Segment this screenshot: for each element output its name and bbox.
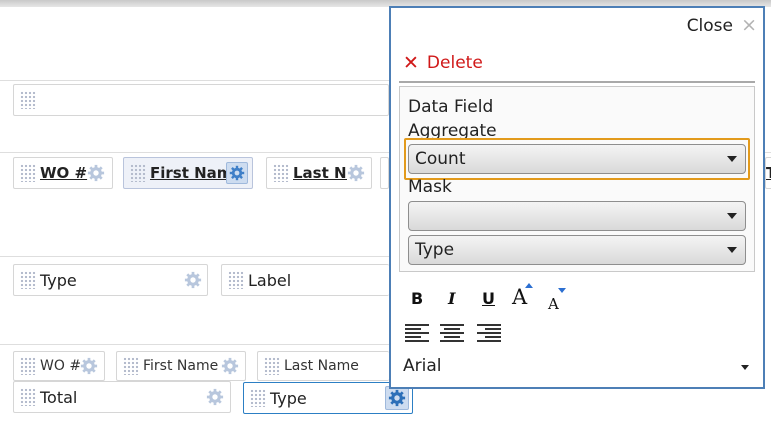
field-label: Label: [248, 270, 292, 290]
gear-icon[interactable]: [221, 357, 239, 375]
field-label: Last Na: [293, 164, 347, 182]
chevron-down-icon: [727, 213, 737, 219]
delete-label: Delete: [426, 53, 483, 73]
drag-handle-icon[interactable]: [20, 271, 36, 289]
field-label: Last Name: [284, 358, 359, 374]
field-label: First Name: [143, 358, 219, 374]
aggregate-select[interactable]: Count: [408, 144, 746, 174]
gear-icon[interactable]: [184, 271, 202, 289]
field-chip-offscreen[interactable]: T: [765, 157, 771, 189]
align-right-icon[interactable]: [477, 324, 501, 344]
field-properties-panel: Close × ✕ Delete Data Field Aggregate Co…: [389, 6, 765, 389]
drag-handle-icon[interactable]: [20, 91, 36, 109]
font-family-select[interactable]: Arial: [403, 356, 441, 376]
gear-button[interactable]: [226, 162, 248, 184]
gear-icon[interactable]: [80, 357, 98, 375]
drag-handle-icon[interactable]: [130, 164, 146, 182]
close-button[interactable]: Close: [687, 16, 733, 36]
field-chip-label[interactable]: Label: [221, 264, 389, 296]
mask-label: Mask: [408, 177, 452, 197]
chevron-down-icon: [727, 156, 737, 162]
drag-handle-icon[interactable]: [264, 357, 280, 375]
field-chip-first-name-small[interactable]: First Name: [116, 351, 246, 381]
data-field-label: Data Field: [408, 97, 494, 117]
field-chip-wo[interactable]: WO #: [13, 157, 113, 189]
gear-icon[interactable]: [347, 164, 365, 182]
separator: [399, 81, 755, 83]
align-center-icon[interactable]: [440, 324, 464, 344]
decrease-font-button[interactable]: A: [548, 288, 566, 313]
underline-button[interactable]: U: [482, 289, 495, 308]
field-chip-type[interactable]: Type: [13, 264, 208, 296]
aggregate-value: Count: [415, 149, 466, 169]
type-select[interactable]: Type: [408, 235, 746, 265]
gear-icon[interactable]: [206, 388, 224, 406]
arrow-up-icon: [525, 283, 533, 288]
field-chip-type-active[interactable]: Type: [243, 382, 413, 414]
align-left-icon[interactable]: [405, 324, 429, 344]
close-icon[interactable]: ×: [741, 14, 757, 36]
type-value: Type: [415, 240, 455, 260]
drag-handle-icon[interactable]: [20, 388, 36, 406]
drag-handle-icon[interactable]: [123, 357, 139, 375]
gear-icon[interactable]: [87, 164, 105, 182]
row-divider: [765, 152, 771, 153]
delete-button[interactable]: ✕ Delete: [403, 52, 483, 74]
field-label: T: [766, 164, 771, 182]
drag-handle-icon[interactable]: [273, 164, 289, 182]
empty-field-slot[interactable]: [13, 84, 389, 116]
field-label: Type: [40, 270, 77, 290]
field-chip-total[interactable]: Total: [13, 381, 231, 413]
decrease-font-label: A: [548, 295, 559, 313]
field-label: Type: [270, 388, 307, 408]
field-label: WO #: [40, 164, 88, 182]
drag-handle-icon[interactable]: [250, 389, 266, 407]
field-chip-partial[interactable]: [380, 157, 389, 189]
row-divider: [0, 256, 389, 257]
row-divider: [0, 80, 389, 81]
field-chip-wo-small[interactable]: WO #: [13, 351, 105, 381]
row-divider: [0, 344, 389, 345]
arrow-down-icon: [558, 288, 566, 293]
italic-button[interactable]: I: [448, 289, 455, 308]
row-divider: [0, 152, 389, 153]
gear-icon: [388, 389, 406, 407]
chevron-down-icon: [727, 247, 737, 253]
field-chip-last-name[interactable]: Last Na: [266, 157, 372, 189]
delete-icon: ✕: [403, 52, 419, 74]
field-chip-last-name-small[interactable]: Last Name: [257, 351, 389, 381]
drag-handle-icon[interactable]: [20, 164, 36, 182]
mask-select[interactable]: [408, 201, 746, 231]
field-label: Total: [40, 387, 78, 407]
increase-font-label: A: [512, 285, 528, 309]
drag-handle-icon[interactable]: [20, 357, 36, 375]
data-field-group: Data Field Aggregate Count Mask Type: [399, 86, 755, 272]
gear-icon: [229, 165, 245, 181]
field-label: WO #: [40, 358, 82, 374]
bold-button[interactable]: B: [411, 289, 423, 308]
chevron-down-icon[interactable]: [741, 365, 749, 370]
drag-handle-icon[interactable]: [228, 271, 244, 289]
gear-button[interactable]: [385, 386, 409, 410]
field-chip-first-name[interactable]: First Name: [123, 157, 253, 189]
increase-font-button[interactable]: A: [512, 283, 533, 309]
